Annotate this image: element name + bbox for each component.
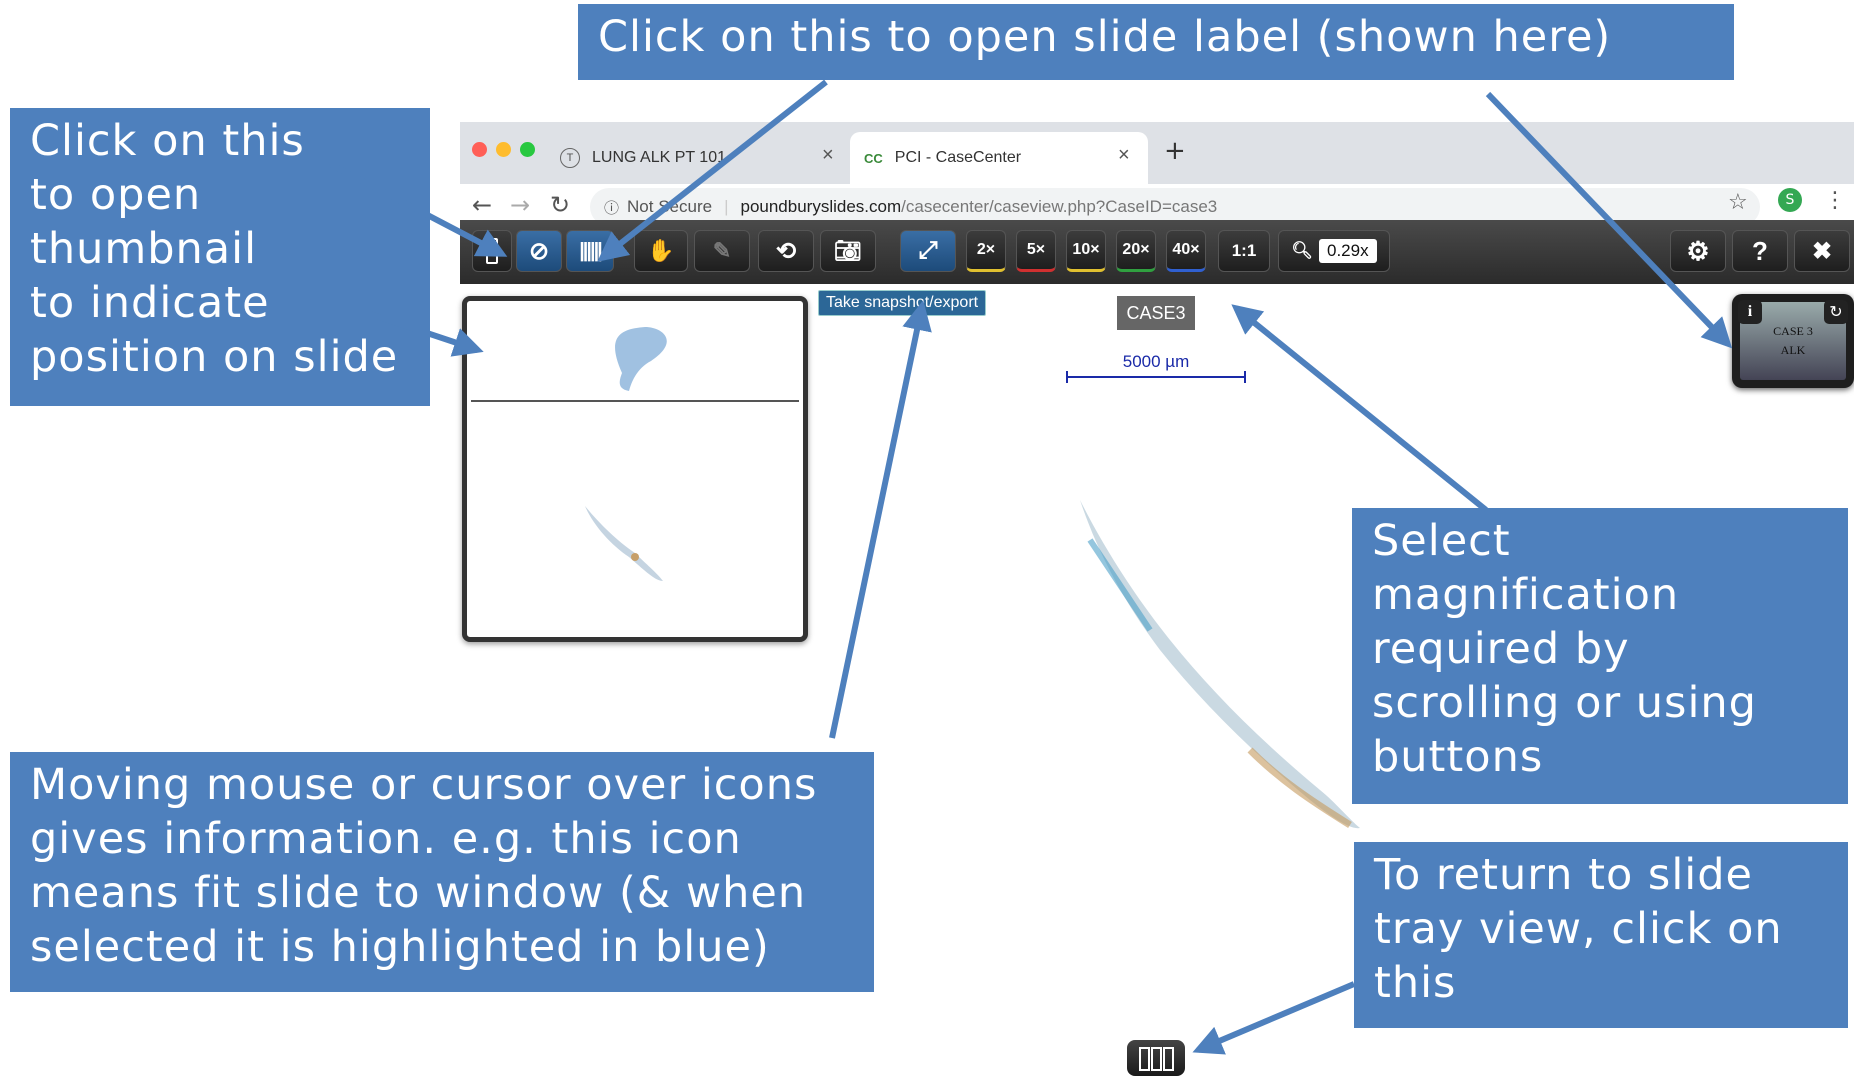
tab-close-icon[interactable]: ×	[822, 144, 834, 167]
thumbnail-slide-image	[471, 327, 799, 581]
callout-line: selected it is highlighted in blue)	[30, 922, 770, 972]
close-icon: ✖	[1811, 237, 1833, 265]
slide-tissue-image	[1080, 500, 1360, 829]
case-label: CASE3	[1117, 296, 1195, 330]
slide-tray-icon	[1139, 1047, 1174, 1071]
scale-bar: 5000 µm	[1066, 352, 1246, 383]
bookmark-star-icon[interactable]: ☆	[1728, 190, 1748, 215]
info-icon[interactable]: i	[1738, 300, 1762, 324]
scale-line	[1066, 371, 1246, 383]
fit-to-window-button[interactable]: ⤢	[900, 230, 956, 272]
slide-label-toggle-button[interactable]: ||||||	[566, 230, 614, 272]
callout-line: Select	[1372, 516, 1511, 566]
callout-slide-tray: To return to slide tray view, click on t…	[1354, 842, 1848, 1028]
zoom-control[interactable]: 🔍︎ 0.29x	[1278, 230, 1390, 272]
rotate-icon: ⟲	[775, 237, 797, 265]
slide-label-line1: CASE 3	[1773, 324, 1813, 338]
callout-line: scrolling or using	[1372, 678, 1757, 728]
callout-line: position on slide	[30, 332, 399, 382]
camera-icon: 📷︎	[834, 238, 862, 263]
callout-line: gives information. e.g. this icon	[30, 814, 742, 864]
mag-5x-button[interactable]: 5×	[1016, 230, 1056, 272]
mag-2x-button[interactable]: 2×	[966, 230, 1006, 272]
close-window-button[interactable]	[472, 142, 487, 157]
callout-line: buttons	[1372, 732, 1544, 782]
arrow-to-fit-button	[829, 300, 932, 739]
tab-label: LUNG ALK PT 101	[592, 149, 726, 166]
callout-line: magnification	[1372, 570, 1680, 620]
arrow-to-tray-button	[1192, 981, 1356, 1055]
close-viewer-button[interactable]: ✖	[1794, 230, 1850, 272]
callout-line: to indicate	[30, 278, 270, 328]
mag-10x-button[interactable]: 10×	[1066, 230, 1106, 272]
callout-line: required by	[1372, 624, 1630, 674]
rotate-label-icon[interactable]: ↻	[1824, 300, 1848, 324]
scale-label: 5000 µm	[1122, 352, 1190, 371]
pen-icon: ✎	[712, 238, 732, 263]
snapshot-export-button[interactable]: 📷︎	[820, 230, 876, 272]
maximize-window-button[interactable]	[520, 142, 535, 157]
profile-avatar[interactable]: S	[1778, 188, 1802, 212]
callout-line: means fit slide to window (& when	[30, 868, 807, 918]
callout-line: this	[1374, 958, 1457, 1008]
callout-line: Click on this	[30, 116, 305, 166]
casecenter-favicon-icon: CC	[864, 150, 883, 166]
barcode-icon: ||||||	[579, 239, 603, 262]
url-path: /casecenter/caseview.php?CaseID=case3	[901, 197, 1218, 216]
mag-40x-button[interactable]: 40×	[1166, 230, 1206, 272]
browser-menu-icon[interactable]: ⋮	[1824, 188, 1846, 213]
slide-tray-view-button[interactable]	[1127, 1040, 1185, 1076]
thumbnail-panel[interactable]	[462, 296, 808, 642]
slide-icon	[486, 238, 498, 264]
callout-slide-label: Click on this to open slide label (shown…	[578, 4, 1734, 80]
callout-thumbnail: Click on this to open thumbnail to indic…	[10, 108, 430, 406]
tab-close-icon[interactable]: ×	[1118, 144, 1130, 167]
thumbnail-toggle-button[interactable]: ⊘	[516, 230, 562, 272]
magnifier-icon: 🔍︎	[1291, 241, 1313, 260]
url-host: poundburyslides.com	[740, 197, 902, 216]
rotate-button[interactable]: ⟲	[758, 230, 814, 272]
callout-line: tray view, click on	[1374, 904, 1783, 954]
minimize-window-button[interactable]	[496, 142, 511, 157]
annotate-tool-button[interactable]: ✎	[694, 230, 750, 272]
tab-favicon-icon: T	[560, 148, 580, 168]
one-to-one-button[interactable]: 1:1	[1218, 230, 1270, 272]
help-button[interactable]: ?	[1732, 230, 1788, 272]
settings-button[interactable]: ⚙	[1670, 230, 1726, 272]
tab-label: PCI - CaseCenter	[894, 149, 1022, 166]
callout-line: Moving mouse or cursor over icons	[30, 760, 818, 810]
fit-window-icon: ⤢	[918, 237, 938, 264]
slide-tray-button[interactable]	[472, 230, 512, 272]
callout-line: thumbnail	[30, 224, 258, 274]
url-divider: |	[724, 197, 729, 216]
info-icon: ⓘ	[604, 199, 620, 217]
hand-pointer-icon: ✋	[647, 238, 675, 263]
help-icon: ?	[1752, 235, 1768, 266]
gear-icon: ⚙	[1686, 235, 1710, 266]
mag-20x-button[interactable]: 20×	[1116, 230, 1156, 272]
callout-line: to open	[30, 170, 202, 220]
pan-tool-button[interactable]: ✋	[634, 230, 688, 272]
new-tab-button[interactable]: +	[1164, 136, 1186, 166]
callout-magnification: Select magnification required by scrolli…	[1352, 508, 1848, 804]
callout-line: To return to slide	[1374, 850, 1753, 900]
zoom-input[interactable]: 0.29x	[1319, 239, 1377, 263]
compass-icon: ⊘	[528, 237, 550, 265]
tab-casecenter[interactable]: CC PCI - CaseCenter ×	[850, 132, 1148, 184]
tab-lung-alk[interactable]: T LUNG ALK PT 101 ×	[560, 132, 850, 184]
slide-label-line2: ALK	[1780, 343, 1806, 357]
slide-label-panel[interactable]: CASE 3 ALK i ↻	[1732, 294, 1854, 388]
security-label: Not Secure	[627, 197, 713, 216]
callout-tooltips: Moving mouse or cursor over icons gives …	[10, 752, 874, 992]
snapshot-tooltip: Take snapshot/export	[818, 290, 987, 316]
